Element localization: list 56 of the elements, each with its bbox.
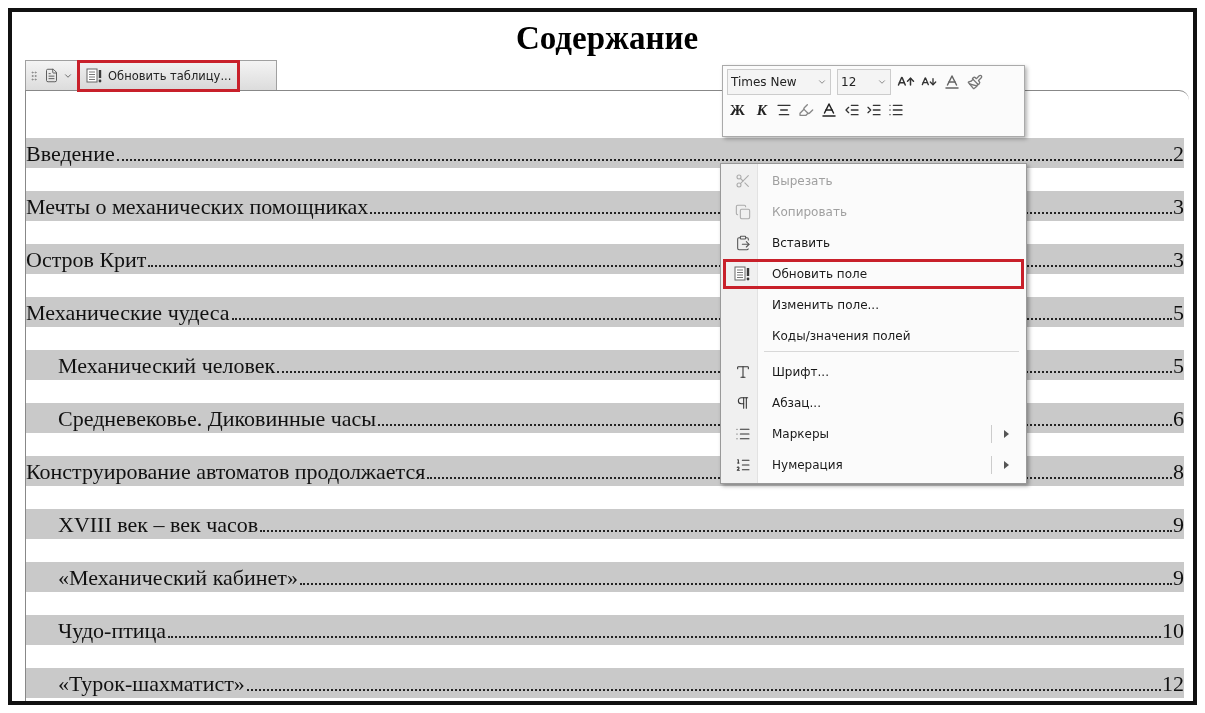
page-number: 5 <box>1173 299 1184 327</box>
highlighter-icon[interactable] <box>798 102 815 118</box>
italic-button[interactable]: К <box>753 101 771 119</box>
entry-title: Механические чудеса <box>26 299 230 327</box>
page-number: 5 <box>1173 352 1184 380</box>
increase-indent-icon[interactable] <box>866 102 883 118</box>
page-number: 6 <box>1173 405 1184 433</box>
bullet-list-icon[interactable] <box>888 102 905 118</box>
toc-entry[interactable]: «Турок-шахматист» 12 <box>26 668 1184 698</box>
font-color-icon[interactable] <box>820 101 839 119</box>
entry-title: «Турок-шахматист» <box>58 670 245 698</box>
numbered-list-icon <box>735 457 751 473</box>
toc-entry[interactable]: «Механический кабинет» 9 <box>26 562 1184 592</box>
entry-title: Механический человек <box>58 352 276 380</box>
paintbrush-icon[interactable] <box>967 74 983 90</box>
document-title: Содержание <box>514 19 700 58</box>
caret-icon <box>817 77 827 87</box>
copy-icon <box>735 204 751 220</box>
page-number: 8 <box>1173 458 1184 486</box>
document-exclamation-icon <box>86 67 104 84</box>
toc-entry[interactable]: Чудо-птица 10 <box>26 615 1184 645</box>
page-number: 3 <box>1173 246 1184 274</box>
entry-title: Средневековье. Диковинные часы <box>58 405 377 433</box>
toc-entry[interactable]: XVIII век – век часов 9 <box>26 509 1184 539</box>
menu-item[interactable]: Обновить поле <box>723 259 1024 289</box>
page-number: 3 <box>1173 193 1184 221</box>
grip-icon <box>28 69 40 82</box>
document-icon[interactable] <box>44 68 59 83</box>
update-table-button[interactable]: Обновить таблицу... <box>77 59 241 92</box>
text-style-icon[interactable] <box>943 73 961 91</box>
font-name-select[interactable]: Times New <box>727 69 831 95</box>
clipboard-icon <box>735 235 751 251</box>
entry-title: Остров Крит <box>26 246 147 274</box>
submenu-arrow-icon <box>1004 461 1009 469</box>
document-exclamation-icon <box>734 266 752 282</box>
page-number: 10 <box>1162 617 1184 645</box>
bullet-list-icon <box>735 426 751 442</box>
page-number: 9 <box>1173 511 1184 539</box>
font-size-select[interactable]: 12 <box>837 69 891 95</box>
page-number: 12 <box>1162 670 1184 698</box>
scissors-icon <box>735 173 751 189</box>
entry-title: XVIII век – век часов <box>58 511 259 539</box>
decrease-indent-icon[interactable] <box>844 102 861 118</box>
entry-title: Введение <box>26 140 115 168</box>
toc-entry[interactable]: Введение 2 <box>26 138 1184 168</box>
page-number: 9 <box>1173 564 1184 592</box>
submenu-arrow-icon <box>1004 430 1009 438</box>
entry-title: «Механический кабинет» <box>58 564 298 592</box>
align-center-icon[interactable] <box>776 102 793 118</box>
bold-button[interactable]: Ж <box>727 101 748 119</box>
page-number: 2 <box>1173 140 1184 168</box>
caret-icon <box>877 77 887 87</box>
entry-title: Мечты о механических помощниках <box>26 193 369 221</box>
paragraph-icon <box>735 395 751 411</box>
entry-title: Конструирование автоматов продолжается <box>26 458 426 486</box>
entry-title: Чудо-птица <box>58 617 167 645</box>
